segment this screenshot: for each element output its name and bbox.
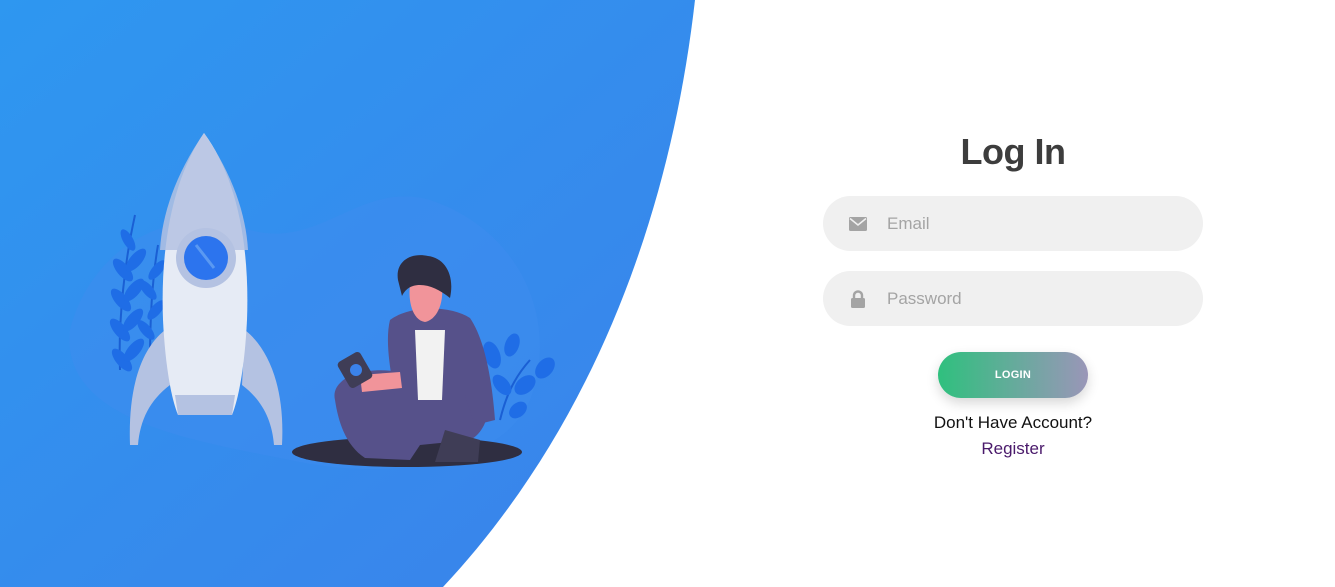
envelope-icon bbox=[849, 215, 867, 233]
email-field[interactable] bbox=[823, 196, 1203, 251]
login-button[interactable]: LOGIN bbox=[938, 352, 1088, 398]
login-form: Log In LOGIN Don't Have Account? Registe… bbox=[823, 130, 1203, 460]
password-input[interactable] bbox=[885, 277, 1189, 320]
lock-icon bbox=[849, 289, 867, 308]
password-field[interactable] bbox=[823, 271, 1203, 326]
register-link[interactable]: Register bbox=[981, 438, 1044, 460]
login-page: Log In LOGIN Don't Have Account? Registe… bbox=[0, 0, 1335, 587]
account-prompt: Don't Have Account? bbox=[933, 413, 1093, 432]
login-title: Log In bbox=[960, 131, 1066, 172]
rocket-person-illustration bbox=[69, 133, 555, 470]
email-input[interactable] bbox=[885, 202, 1189, 245]
